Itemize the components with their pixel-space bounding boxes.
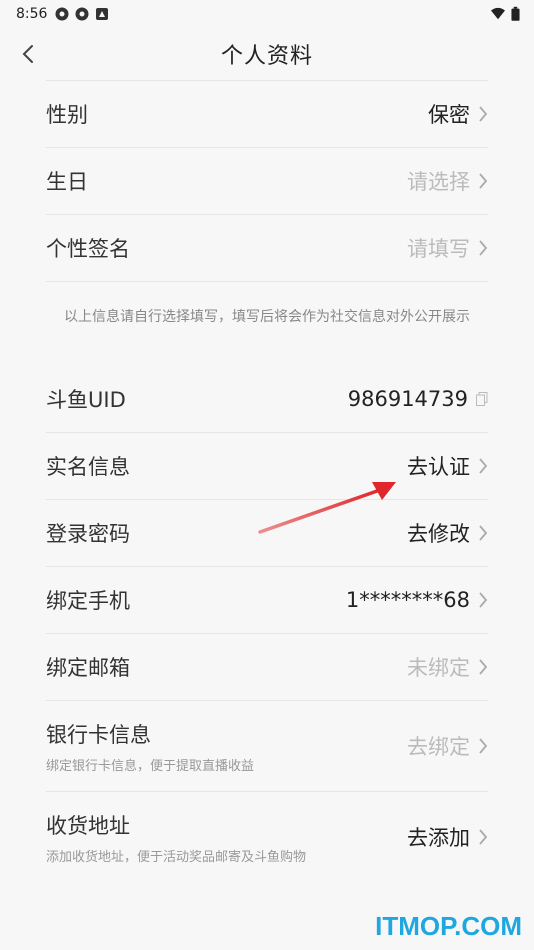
- row-left: 收货地址 添加收货地址，便于活动奖品邮寄及斗鱼购物: [46, 810, 306, 865]
- row-label: 绑定邮箱: [46, 656, 130, 680]
- row-value: 请选择: [407, 170, 470, 194]
- row-value: 去绑定: [407, 735, 470, 759]
- status-right: [491, 6, 520, 22]
- row-label: 绑定手机: [46, 589, 130, 613]
- row-bank-card[interactable]: 银行卡信息 绑定银行卡信息，便于提取直播收益 去绑定: [46, 701, 488, 792]
- back-button[interactable]: [12, 36, 44, 72]
- back-icon: [22, 45, 33, 63]
- watermark: ITMOP.COM: [375, 911, 522, 941]
- row-label: 银行卡信息: [46, 722, 151, 747]
- chevron-right-icon: [479, 829, 488, 845]
- row-right: 请填写: [407, 233, 488, 263]
- row-right: 1********68: [346, 588, 488, 612]
- row-right: 请选择: [407, 166, 488, 196]
- row-label: 实名信息: [46, 455, 130, 479]
- row-value: 未绑定: [407, 656, 470, 680]
- row-label: 个性签名: [46, 237, 130, 261]
- status-left: 8:56: [16, 6, 109, 22]
- chevron-right-icon: [479, 659, 488, 675]
- status-time: 8:56: [16, 6, 48, 22]
- chevron-right-icon: [479, 738, 488, 754]
- row-right: 去认证: [407, 451, 488, 481]
- status-icons: [55, 7, 109, 21]
- wifi-icon: [491, 7, 505, 20]
- row-birthday[interactable]: 生日 请选择: [46, 148, 488, 215]
- battery-icon: [511, 6, 520, 21]
- chevron-right-icon: [479, 592, 488, 608]
- row-value: 去认证: [407, 455, 470, 479]
- uid-value: 986914739: [347, 387, 468, 411]
- row-right: 保密: [428, 99, 488, 129]
- notification-icon: [96, 8, 109, 20]
- chevron-right-icon: [479, 525, 488, 541]
- privacy-notice: 以上信息请自行选择填写，填写后将会作为社交信息对外公开展示: [64, 309, 470, 325]
- row-value: 去添加: [407, 826, 470, 850]
- row-label: 登录密码: [46, 522, 130, 546]
- row-sub: 绑定银行卡信息，便于提取直播收益: [46, 758, 255, 774]
- row-phone[interactable]: 绑定手机 1********68: [46, 567, 488, 634]
- chevron-right-icon: [479, 173, 488, 189]
- row-right: 986914739: [348, 387, 488, 411]
- row-label: 性别: [46, 103, 88, 127]
- row-right: 去绑定: [407, 731, 488, 761]
- row-label: 生日: [46, 170, 88, 194]
- row-uid[interactable]: 斗鱼UID 986914739: [46, 366, 488, 433]
- vpn-icon: [75, 7, 89, 21]
- page-title: 个人资料: [220, 44, 313, 69]
- row-right: 未绑定: [407, 652, 488, 682]
- account-section: 斗鱼UID 986914739 实名信息 去认证 登录密码 去修改 绑定手机 1…: [46, 366, 488, 882]
- row-right: 去添加: [407, 822, 488, 852]
- annotation-arrow: [258, 482, 396, 534]
- row-value: 去修改: [407, 522, 470, 546]
- row-sub: 添加收货地址，便于活动奖品邮寄及斗鱼购物: [46, 849, 307, 865]
- row-value: 1********68: [345, 588, 470, 612]
- row-email[interactable]: 绑定邮箱 未绑定: [46, 634, 488, 701]
- row-gender[interactable]: 性别 保密: [46, 80, 488, 148]
- row-label: 斗鱼UID: [46, 388, 126, 412]
- chevron-right-icon: [479, 458, 488, 474]
- row-value: 保密: [428, 103, 470, 127]
- chevron-right-icon: [479, 106, 488, 122]
- nav-bar: 个人资料: [0, 28, 534, 80]
- row-value: 请填写: [407, 237, 470, 261]
- row-signature[interactable]: 个性签名 请填写: [46, 215, 488, 282]
- row-right: 去修改: [407, 518, 488, 548]
- copy-icon[interactable]: [476, 392, 488, 406]
- vpn-icon: [55, 7, 69, 21]
- profile-section: 性别 保密 生日 请选择 个性签名 请填写 以上信息请自行选择填写，填写后将会作…: [46, 80, 488, 366]
- chevron-right-icon: [479, 240, 488, 256]
- row-left: 银行卡信息 绑定银行卡信息，便于提取直播收益: [46, 719, 254, 774]
- row-address[interactable]: 收货地址 添加收货地址，便于活动奖品邮寄及斗鱼购物 去添加: [46, 792, 488, 882]
- row-label: 收货地址: [46, 813, 130, 838]
- status-bar: 8:56: [0, 0, 534, 28]
